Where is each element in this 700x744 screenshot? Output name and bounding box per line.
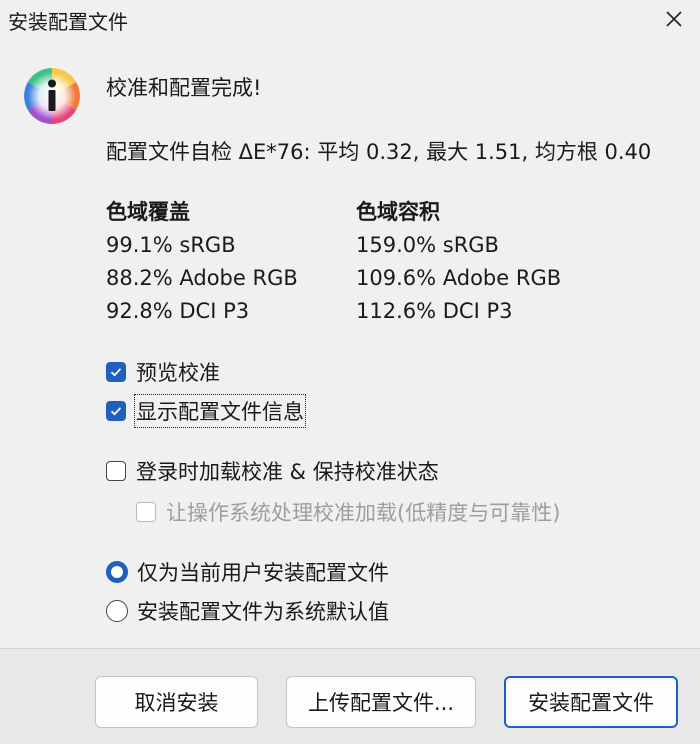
- radio-button[interactable]: [106, 600, 128, 622]
- os-handle-calibration-label: 让操作系统处理校准加载(低精度与可靠性): [166, 501, 561, 525]
- os-handle-calibration-checkbox: 让操作系统处理校准加载(低精度与可靠性): [136, 497, 560, 527]
- gamut-coverage-row: 92.8% DCI P3: [106, 299, 250, 323]
- gamut-volume-header: 色域容积: [356, 200, 440, 224]
- load-on-login-label: 登录时加载校准 & 保持校准状态: [136, 460, 439, 484]
- window-title: 安装配置文件: [8, 10, 128, 34]
- install-current-user-label: 仅为当前用户安装配置文件: [137, 561, 389, 585]
- check-icon: [110, 407, 122, 416]
- gamut-coverage-header: 色域覆盖: [106, 200, 190, 224]
- watermark: PConline: [598, 708, 664, 726]
- checkbox-box[interactable]: [106, 401, 126, 421]
- install-current-user-radio[interactable]: 仅为当前用户安装配置文件: [106, 557, 389, 587]
- checkbox-box[interactable]: [106, 461, 126, 481]
- profile-self-check: 配置文件自检 ΔE*76: 平均 0.32, 最大 1.51, 均方根 0.40: [106, 140, 652, 164]
- gamut-coverage-row: 99.1% sRGB: [106, 233, 236, 257]
- show-profile-info-checkbox[interactable]: 显示配置文件信息: [106, 394, 306, 428]
- preview-calibration-checkbox[interactable]: 预览校准: [106, 357, 220, 387]
- install-system-default-label: 安装配置文件为系统默认值: [137, 600, 389, 624]
- gamut-volume-row: 112.6% DCI P3: [356, 299, 513, 323]
- checkbox-box: [136, 502, 156, 522]
- install-system-default-radio[interactable]: 安装配置文件为系统默认值: [106, 596, 389, 626]
- check-icon: [110, 368, 122, 377]
- gamut-coverage: 色域覆盖 99.1% sRGB 88.2% Adobe RGB 92.8% DC…: [106, 196, 298, 328]
- gamut-volume-row: 159.0% sRGB: [356, 233, 499, 257]
- load-on-login-checkbox[interactable]: 登录时加载校准 & 保持校准状态: [106, 456, 439, 486]
- gamut-volume: 色域容积 159.0% sRGB 109.6% Adobe RGB 112.6%…: [356, 196, 561, 328]
- checkbox-box[interactable]: [106, 362, 126, 382]
- preview-calibration-label: 预览校准: [136, 361, 220, 385]
- cancel-install-button[interactable]: 取消安装: [95, 676, 258, 728]
- upload-profile-button[interactable]: 上传配置文件...: [286, 676, 476, 728]
- close-icon: [666, 11, 682, 27]
- info-icon: [24, 68, 80, 124]
- gamut-coverage-row: 88.2% Adobe RGB: [106, 266, 298, 290]
- radio-button[interactable]: [106, 561, 128, 583]
- completion-message: 校准和配置完成!: [106, 76, 262, 100]
- show-profile-info-label: 显示配置文件信息: [134, 394, 306, 428]
- close-button[interactable]: [656, 4, 692, 34]
- gamut-volume-row: 109.6% Adobe RGB: [356, 266, 562, 290]
